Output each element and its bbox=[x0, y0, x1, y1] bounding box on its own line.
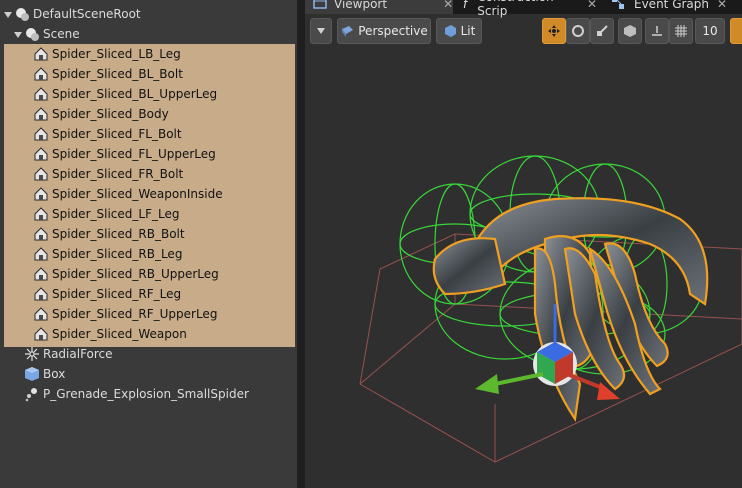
tree-item-label: Spider_Sliced_RB_Leg bbox=[52, 247, 183, 261]
graph-icon bbox=[611, 0, 627, 12]
box-icon bbox=[24, 366, 40, 382]
tree-item-label: Spider_Sliced_BL_Bolt bbox=[52, 67, 183, 81]
tree-item-component[interactable]: P_Grenade_Explosion_SmallSpider bbox=[0, 384, 297, 404]
tree-item-static-mesh[interactable]: Spider_Sliced_RF_UpperLeg bbox=[4, 304, 295, 324]
static-mesh-icon bbox=[33, 186, 49, 202]
viewport-icon bbox=[313, 0, 327, 12]
tree-item-label: Box bbox=[43, 367, 66, 381]
static-mesh-icon bbox=[33, 146, 49, 162]
tree-item-label: Spider_Sliced_Body bbox=[52, 107, 169, 121]
scale-tool-button[interactable] bbox=[590, 18, 614, 44]
tree-item-label: Spider_Sliced_Weapon bbox=[52, 327, 187, 341]
tree-item-static-mesh[interactable]: Spider_Sliced_LB_Leg bbox=[4, 44, 295, 64]
tree-item-static-mesh[interactable]: Spider_Sliced_RB_UpperLeg bbox=[4, 264, 295, 284]
static-mesh-icon bbox=[33, 286, 49, 302]
static-mesh-icon bbox=[33, 326, 49, 342]
perspective-button[interactable]: Perspective bbox=[337, 18, 431, 44]
surface-snap-icon bbox=[652, 26, 662, 36]
translate-icon bbox=[548, 25, 560, 37]
rotate-tool-button[interactable] bbox=[566, 18, 590, 44]
tree-item-root[interactable]: DefaultSceneRoot bbox=[0, 4, 297, 24]
scene-component-icon bbox=[14, 6, 30, 22]
tree-item-label: Spider_Sliced_BL_UpperLeg bbox=[52, 87, 218, 101]
collapse-triangle-icon[interactable] bbox=[14, 30, 22, 38]
tree-item-static-mesh[interactable]: Spider_Sliced_Body bbox=[4, 104, 295, 124]
perspective-cube-icon bbox=[340, 24, 354, 38]
surface-snap-button[interactable] bbox=[645, 18, 669, 44]
static-mesh-icon bbox=[33, 86, 49, 102]
close-icon[interactable]: ✕ bbox=[587, 0, 597, 11]
close-icon[interactable]: ✕ bbox=[443, 0, 453, 11]
static-mesh-icon bbox=[33, 206, 49, 222]
particle-icon bbox=[24, 386, 40, 402]
tree-item-static-mesh[interactable]: Spider_Sliced_RB_Bolt bbox=[4, 224, 295, 244]
coordinate-space-button[interactable] bbox=[618, 18, 642, 44]
tree-item-label: Spider_Sliced_RF_UpperLeg bbox=[52, 307, 218, 321]
viewport-scene[interactable] bbox=[305, 44, 742, 488]
tree-item-label: Spider_Sliced_RF_Leg bbox=[52, 287, 182, 301]
tree-item-scene[interactable]: Scene bbox=[0, 24, 297, 44]
tree-item-label: Spider_Sliced_LB_Leg bbox=[52, 47, 181, 61]
radial-force-icon bbox=[24, 346, 40, 362]
tree-item-label: P_Grenade_Explosion_SmallSpider bbox=[43, 387, 249, 401]
tree-item-static-mesh[interactable]: Spider_Sliced_RB_Leg bbox=[4, 244, 295, 264]
tree-item-static-mesh[interactable]: Spider_Sliced_BL_Bolt bbox=[4, 64, 295, 84]
scale-icon bbox=[597, 25, 608, 36]
static-mesh-icon bbox=[33, 246, 49, 262]
tree-item-static-mesh[interactable]: Spider_Sliced_FL_Bolt bbox=[4, 124, 295, 144]
tree-item-label: Spider_Sliced_RB_Bolt bbox=[52, 227, 185, 241]
rotate-icon bbox=[572, 25, 584, 37]
static-mesh-icon bbox=[33, 266, 49, 282]
component-tree: DefaultSceneRoot Scene Spider_Sliced_LB_… bbox=[0, 0, 298, 488]
tree-item-label: Spider_Sliced_RB_UpperLeg bbox=[52, 267, 219, 281]
collapse-triangle-icon[interactable] bbox=[4, 10, 12, 18]
tree-item-label: Spider_Sliced_LF_Leg bbox=[52, 207, 180, 221]
static-mesh-icon bbox=[33, 106, 49, 122]
static-mesh-icon bbox=[33, 126, 49, 142]
tab-event-graph[interactable]: Event Graph ✕ bbox=[607, 0, 742, 14]
panel-splitter[interactable] bbox=[297, 0, 305, 488]
static-mesh-icon bbox=[33, 226, 49, 242]
static-mesh-icon bbox=[33, 306, 49, 322]
static-mesh-icon bbox=[33, 166, 49, 182]
tab-construction-script[interactable]: f Construction Scrip ✕ bbox=[457, 0, 597, 18]
tab-bar: Viewport ✕ f Construction Scrip ✕ Event … bbox=[305, 0, 742, 18]
tree-item-static-mesh[interactable]: Spider_Sliced_WeaponInside bbox=[4, 184, 295, 204]
static-mesh-icon bbox=[33, 46, 49, 62]
lit-sphere-icon bbox=[443, 24, 457, 38]
tree-item-static-mesh[interactable]: Spider_Sliced_BL_UpperLeg bbox=[4, 84, 295, 104]
viewport-panel[interactable]: Viewport ✕ f Construction Scrip ✕ Event … bbox=[305, 0, 742, 488]
cube-icon bbox=[624, 25, 636, 37]
tree-item-static-mesh[interactable]: Spider_Sliced_FR_Bolt bbox=[4, 164, 295, 184]
tab-viewport[interactable]: Viewport ✕ bbox=[305, 0, 453, 14]
tree-item-label: RadialForce bbox=[43, 347, 113, 361]
tree-item-component[interactable]: RadialForce bbox=[0, 344, 297, 364]
translate-tool-button[interactable] bbox=[542, 18, 566, 44]
grid-snap-button[interactable] bbox=[669, 18, 693, 44]
tree-item-component[interactable]: Box bbox=[0, 364, 297, 384]
tree-item-static-mesh[interactable]: Spider_Sliced_RF_Leg bbox=[4, 284, 295, 304]
tree-item-static-mesh[interactable]: Spider_Sliced_FL_UpperLeg bbox=[4, 144, 295, 164]
tree-item-label: Spider_Sliced_FL_UpperLeg bbox=[52, 147, 216, 161]
tree-item-static-mesh[interactable]: Spider_Sliced_LF_Leg bbox=[4, 204, 295, 224]
static-mesh-icon bbox=[33, 66, 49, 82]
scene-component-icon bbox=[24, 26, 40, 42]
tree-item-label: Spider_Sliced_WeaponInside bbox=[52, 187, 223, 201]
close-icon[interactable]: ✕ bbox=[717, 0, 727, 11]
tree-item-label: Spider_Sliced_FL_Bolt bbox=[52, 127, 182, 141]
grid-snap-value[interactable]: 10 bbox=[695, 18, 725, 44]
function-icon: f bbox=[463, 0, 468, 11]
tree-item-label: Spider_Sliced_FR_Bolt bbox=[52, 167, 184, 181]
tree-item-label: DefaultSceneRoot bbox=[33, 7, 141, 21]
rotation-snap-button[interactable] bbox=[730, 18, 742, 44]
grid-icon bbox=[675, 25, 687, 37]
viewport-options-dropdown[interactable] bbox=[310, 18, 332, 44]
tree-item-label: Scene bbox=[43, 27, 80, 41]
tree-item-static-mesh[interactable]: Spider_Sliced_Weapon bbox=[4, 324, 295, 344]
lit-button[interactable]: Lit bbox=[436, 18, 482, 44]
chevron-down-icon bbox=[317, 28, 325, 34]
